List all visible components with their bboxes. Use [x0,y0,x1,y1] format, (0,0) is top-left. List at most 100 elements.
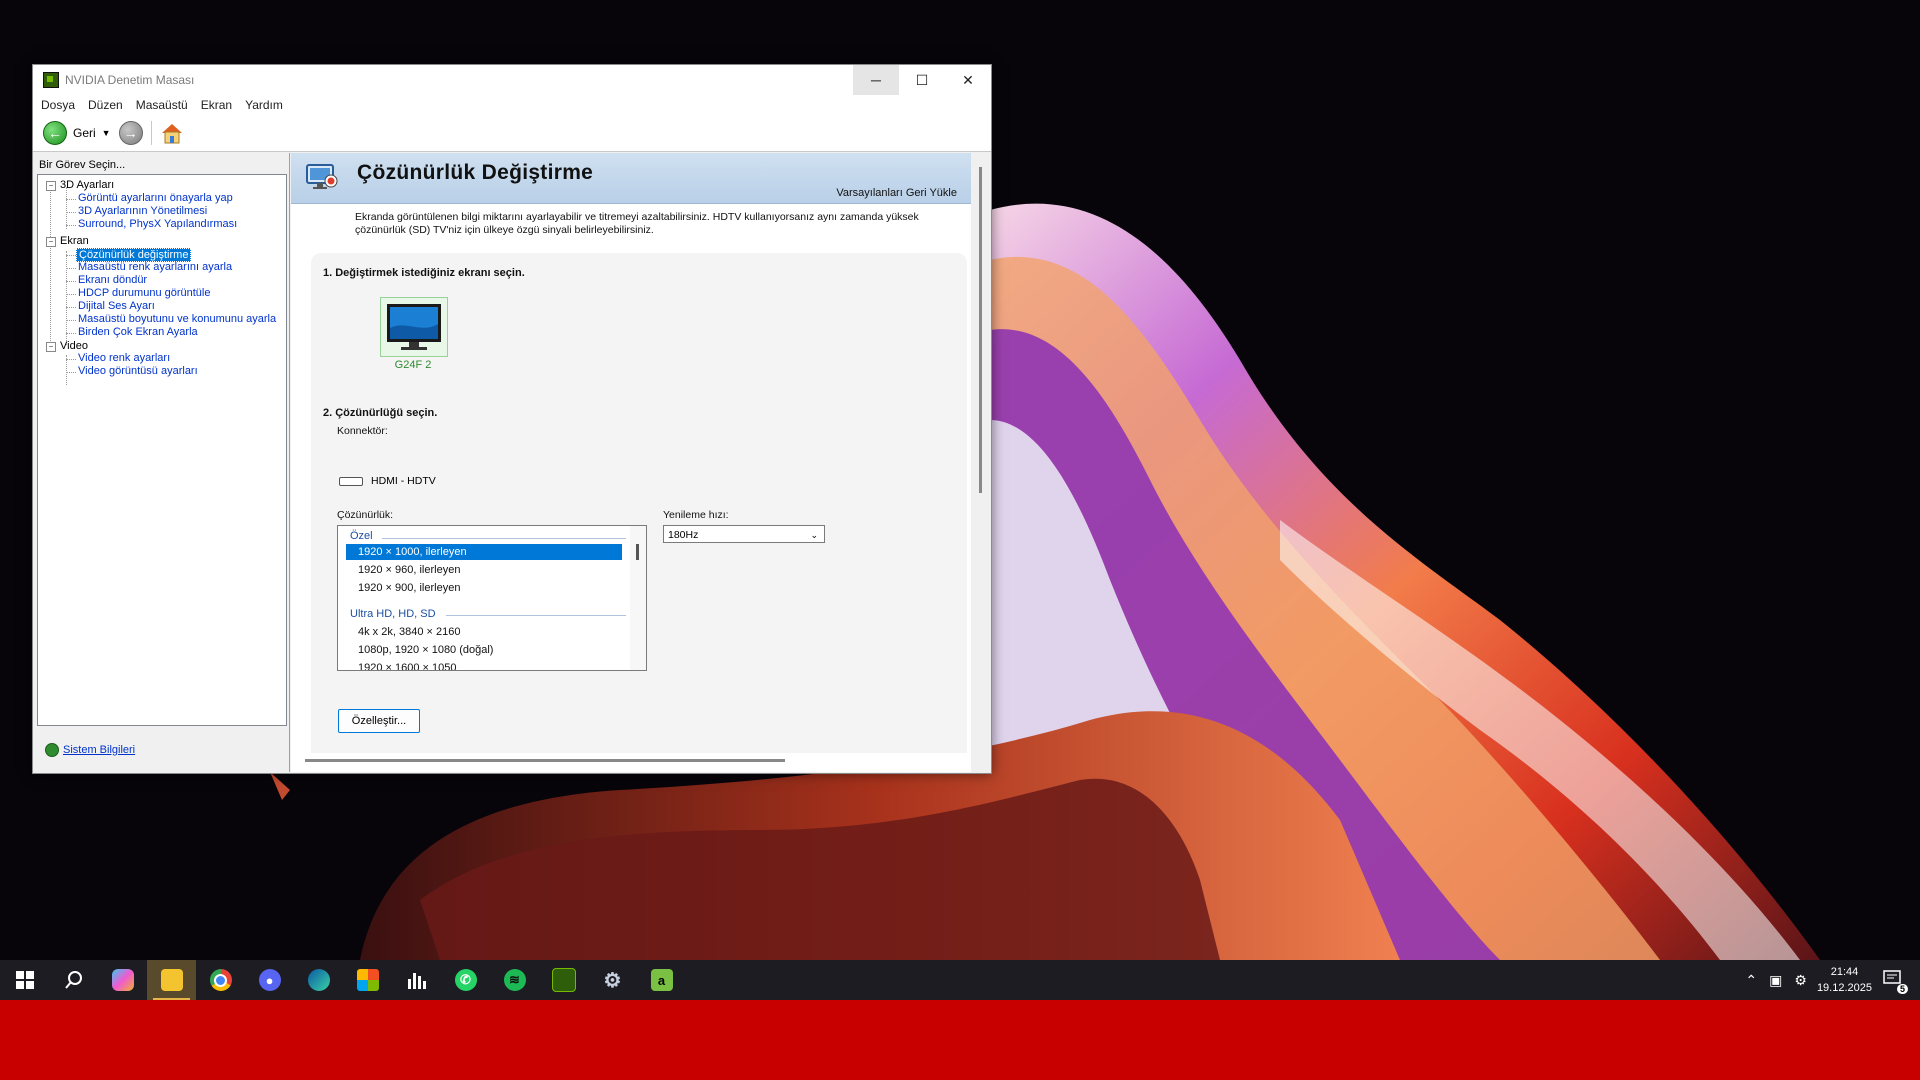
menu-ekran[interactable]: Ekran [201,98,232,112]
tree-video-image[interactable]: Video görüntüsü ayarları [78,365,198,377]
chrome-button[interactable] [196,960,245,1000]
tree-branch [66,372,76,373]
info-icon [45,743,59,757]
tree-rotate-display[interactable]: Ekranı döndür [78,274,147,286]
tree-branch [66,225,76,226]
tree-branch [66,320,76,321]
collapse-3d-icon[interactable]: − [46,181,56,191]
res-item-1920x1000[interactable]: 1920 × 1000, ilerleyen [346,544,622,560]
tree-branch [66,307,76,308]
tree-desktop-color[interactable]: Masaüstü renk ayarlarını ayarla [78,261,232,273]
tree-hdcp-status[interactable]: HDCP durumunu görüntüle [78,287,210,299]
forward-arrow-icon[interactable]: → [118,121,143,145]
tree-guide-line [66,251,67,345]
gear-icon[interactable]: ⚙ [1794,972,1807,989]
scroll-thumb[interactable] [979,167,982,493]
settings-button[interactable]: ⚙ [588,960,637,1000]
search-button[interactable] [49,960,98,1000]
collapse-video-icon[interactable]: − [46,342,56,352]
spotify-button[interactable]: ≋ [490,960,539,1000]
resolution-label: Çözünürlük: [337,509,394,521]
content-pane: Çözünürlük Değiştirme Varsayılanları Ger… [291,153,989,772]
menu-dosya[interactable]: Dosya [41,98,75,112]
file-explorer-button[interactable] [147,960,196,1000]
chevron-up-icon[interactable]: ⌃ [1745,972,1757,989]
store-icon [356,969,379,991]
res-item-1920x960[interactable]: 1920 × 960, ilerleyen [346,562,622,578]
res-item-partial[interactable]: 1920 × 1600 × 1050 [346,660,622,670]
whatsapp-icon: ✆ [454,969,477,991]
copilot-button[interactable] [98,960,147,1000]
taskbar: ● ✆ ≋ ⚙ a ⌃ ▣ ⚙ 21:44 19.12.2025 5 [0,960,1920,1000]
step2-heading: 2. Çözünürlüğü seçin. [323,407,438,419]
content-vertical-scrollbar[interactable] [971,153,989,772]
maximize-button[interactable]: ☐ [899,65,945,95]
tree-manage-3d[interactable]: 3D Ayarlarının Yönetilmesi [78,205,207,217]
menu-bar: Dosya Düzen Masaüstü Ekran Yardım [33,95,991,115]
tree-desktop-size[interactable]: Masaüstü boyutunu ve konumunu ayarla [78,313,276,325]
app-a-button[interactable]: a [637,960,686,1000]
hdmi-connector-icon [339,477,363,486]
page-banner: Çözünürlük Değiştirme Varsayılanları Ger… [291,153,971,204]
customize-button[interactable]: Özelleştir... [338,709,420,733]
back-history-dropdown-icon[interactable]: ▼ [102,128,111,138]
system-info: Sistem Bilgileri [45,743,135,757]
tree-digital-audio[interactable]: Dijital Ses Ayarı [78,300,155,312]
tree-surround-physx[interactable]: Surround, PhysX Yapılandırması [78,218,237,230]
notification-center-button[interactable]: 5 [1882,968,1908,994]
menu-duzen[interactable]: Düzen [88,98,123,112]
chrome-icon [209,969,232,991]
back-button-label[interactable]: Geri [73,126,96,140]
tree-branch [66,333,76,334]
connector-value: HDMI - HDTV [371,475,436,487]
tree-branch [66,255,76,256]
discord-button[interactable]: ● [245,960,294,1000]
menu-yardim[interactable]: Yardım [245,98,283,112]
menu-masaustu[interactable]: Masaüstü [136,98,188,112]
collapse-display-icon[interactable]: − [46,237,56,247]
chevron-down-icon: ⌄ [810,530,818,540]
tree-change-resolution[interactable]: Çözünürlük değiştirme [76,248,192,262]
res-item-1080p[interactable]: 1080p, 1920 × 1080 (doğal) [346,642,622,658]
res-group-divider [446,615,626,616]
scroll-thumb[interactable] [636,544,639,560]
system-info-link[interactable]: Sistem Bilgileri [63,744,135,756]
clock[interactable]: 21:44 19.12.2025 [1817,964,1872,996]
res-group-divider [382,538,626,539]
res-item-4k[interactable]: 4k x 2k, 3840 × 2160 [346,624,622,640]
title-bar[interactable]: NVIDIA Denetim Masası ─ ☐ ✕ [33,65,991,95]
close-button[interactable]: ✕ [945,65,991,95]
task-pane: Bir Görev Seçin... − 3D Ayarları Görüntü… [33,153,290,772]
tree-video[interactable]: Video [60,340,88,352]
connector-label: Konnektör: [337,425,388,437]
network-icon[interactable]: ▣ [1769,972,1782,989]
tree-image-presets[interactable]: Görüntü ayarlarını önayarla yap [78,192,233,204]
monitor-select-tile[interactable] [380,297,448,357]
res-item-1920x900[interactable]: 1920 × 900, ilerleyen [346,580,622,596]
tree-multiple-displays[interactable]: Birden Çok Ekran Ayarla [78,326,198,338]
content-horizontal-scrollbar[interactable] [305,759,785,762]
home-icon[interactable] [160,122,184,144]
refresh-rate-select[interactable]: 180Hz ⌄ [663,525,825,543]
resolution-list[interactable]: Özel 1920 × 1000, ilerleyen 1920 × 960, … [337,525,647,671]
restore-defaults-link[interactable]: Varsayılanları Geri Yükle [836,187,957,199]
whatsapp-button[interactable]: ✆ [441,960,490,1000]
edge-button[interactable] [294,960,343,1000]
task-pane-label: Bir Görev Seçin... [39,159,126,171]
resolution-list-scrollbar[interactable] [630,526,646,670]
start-button[interactable] [0,960,49,1000]
settings-icon: ⚙ [603,969,622,992]
toolbar: ← Geri ▼ → [33,115,991,152]
store-button[interactable] [343,960,392,1000]
tree-video-color[interactable]: Video renk ayarları [78,352,170,364]
audio-analyzer-button[interactable] [392,960,441,1000]
nvidia-button[interactable] [539,960,588,1000]
tree-display[interactable]: Ekran [60,235,89,247]
tree-3d-settings[interactable]: 3D Ayarları [60,179,114,191]
tree-branch [66,199,76,200]
copilot-icon [111,969,134,991]
settings-panel: 1. Değiştirmek istediğiniz ekranı seçin.… [311,253,967,753]
back-arrow-icon[interactable]: ← [43,121,67,145]
minimize-button[interactable]: ─ [853,65,899,95]
search-icon [64,971,82,989]
